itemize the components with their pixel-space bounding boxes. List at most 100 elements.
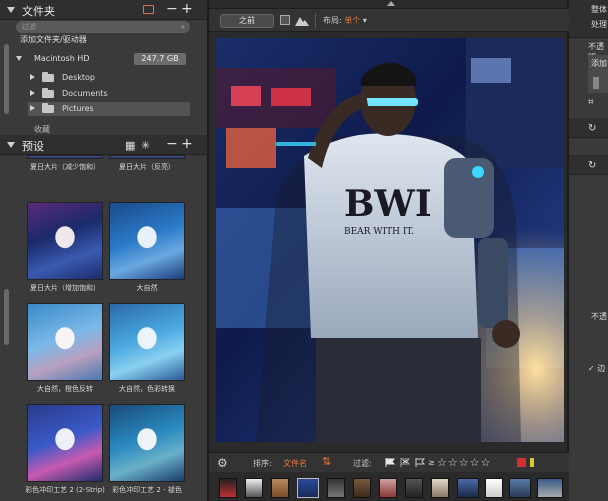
preset-thumb-3[interactable]: 大自然，橙色反转 xyxy=(25,303,105,394)
preset-label: 大自然，橙色反转 xyxy=(37,385,93,393)
refresh-icon[interactable]: ↻ xyxy=(588,160,596,171)
photo-image: BWI BEAR WITH IT. xyxy=(216,38,564,442)
grid-view-icon[interactable]: ▦ xyxy=(125,139,135,153)
film-thumb[interactable] xyxy=(485,478,503,498)
left-panel: 文件夹 − + 过滤 ⌕ 添加文件夹/驱动器 Macintosh HD 247.… xyxy=(0,0,207,501)
preset-thumb-6[interactable]: 彩色冲印工艺 2 - 褪色 xyxy=(107,404,187,495)
film-thumb[interactable] xyxy=(271,478,289,498)
crop-icon[interactable]: ⌗ xyxy=(588,97,594,108)
preset-image xyxy=(109,155,185,159)
preset-thumb-2[interactable]: 大自然 xyxy=(107,202,187,293)
right-add-box[interactable]: 添加 xyxy=(588,55,608,93)
film-thumb[interactable] xyxy=(219,478,237,498)
compare-toggle[interactable] xyxy=(280,15,290,25)
folders-panel-header[interactable]: 文件夹 − + xyxy=(0,0,207,20)
preset-thumb-4[interactable]: 大自然，色彩转换 xyxy=(107,303,187,394)
film-thumb[interactable] xyxy=(245,478,263,498)
film-thumb[interactable] xyxy=(537,478,563,498)
viewer-area: 之前 布局: 单个 ▾ BWI BEAR WITH IT. ⚙ 排序: 文件名 … xyxy=(207,0,571,501)
drive-name: Macintosh HD xyxy=(34,54,90,63)
gear-icon[interactable]: ⚙ xyxy=(217,456,228,470)
sort-direction-icon[interactable]: ⇅ xyxy=(322,455,331,468)
layout-value: 单个 xyxy=(344,16,361,25)
layout-label: 布局: xyxy=(323,16,342,25)
folder-label: Documents xyxy=(62,89,108,98)
folder-icon xyxy=(42,72,54,82)
mountain-icon[interactable] xyxy=(295,14,309,26)
preset-thumb-5[interactable]: 彩色冲印工艺 2 (2-Strip) xyxy=(25,404,105,495)
film-thumb[interactable] xyxy=(327,478,345,498)
right-checkbox[interactable]: ✓ 边 xyxy=(588,363,605,374)
preset-thumb-1[interactable]: 夏日大片（增加饱和） xyxy=(25,202,105,293)
expand-triangle-icon[interactable] xyxy=(16,56,22,61)
film-thumb[interactable] xyxy=(457,478,479,498)
preset-image xyxy=(27,155,103,159)
divider xyxy=(315,13,316,29)
folder-item-pictures[interactable]: Pictures xyxy=(28,102,190,116)
presets-grid: 夏日大片（减少饱和） 夏日大片（反亮） 夏日大片（增加饱和） 大自然 大自然，橙… xyxy=(0,155,207,501)
expand-arrow-icon[interactable] xyxy=(30,90,35,96)
preset-label: 大自然，色彩转换 xyxy=(119,385,175,393)
sort-label: 排序: xyxy=(253,459,272,468)
svg-text:BWI: BWI xyxy=(344,183,432,225)
expand-arrow-icon[interactable] xyxy=(30,74,35,80)
film-thumb[interactable] xyxy=(431,478,449,498)
drive-row[interactable]: Macintosh HD 247.7 GB xyxy=(12,51,190,68)
plus-icon[interactable]: + xyxy=(181,2,193,16)
main-photo[interactable]: BWI BEAR WITH IT. xyxy=(216,38,564,442)
folder-label: Pictures xyxy=(62,104,94,113)
red-color-label[interactable] xyxy=(517,458,526,467)
right-section-header[interactable]: ↻ xyxy=(569,118,608,138)
filmstrip xyxy=(209,473,571,501)
folders-scrollbar[interactable] xyxy=(4,44,9,114)
folder-item-documents[interactable]: Documents xyxy=(28,87,190,101)
plus-icon[interactable]: + xyxy=(181,137,193,151)
preset-image xyxy=(27,404,103,482)
right-label-overall: 整体 xyxy=(591,5,607,14)
reject-flag-icon[interactable] xyxy=(400,458,410,467)
film-thumb[interactable] xyxy=(405,478,423,498)
film-thumb[interactable] xyxy=(509,478,531,498)
presets-panel-header[interactable]: 预设 ▦ ✳ − + xyxy=(0,135,207,155)
flag-icon[interactable] xyxy=(385,458,395,467)
add-folder-drive-link[interactable]: 添加文件夹/驱动器 xyxy=(20,34,87,45)
right-label-process: 处理 xyxy=(591,20,607,29)
folder-search-input[interactable]: 过滤 ⌕ xyxy=(16,21,190,33)
preset-thumb-top-2[interactable]: 夏日大片（反亮） xyxy=(107,155,187,172)
preset-thumb-top-1[interactable]: 夏日大片（减少饱和） xyxy=(25,155,105,172)
collection-label[interactable]: 收藏 xyxy=(34,124,50,135)
collapse-all-icon[interactable]: ✳ xyxy=(141,139,150,153)
yellow-color-label[interactable] xyxy=(530,458,534,467)
expand-arrow-icon[interactable] xyxy=(30,105,35,111)
folder-options-icon[interactable] xyxy=(143,5,154,14)
minus-icon[interactable]: − xyxy=(166,2,178,16)
sort-dropdown[interactable]: 文件名 xyxy=(283,458,307,469)
unflagged-icon[interactable] xyxy=(415,458,425,467)
folder-icon xyxy=(42,88,54,98)
right-section-header-2[interactable]: ↻ xyxy=(569,155,608,175)
svg-text:BEAR WITH IT.: BEAR WITH IT. xyxy=(344,227,414,237)
filter-label: 过滤: xyxy=(353,459,372,468)
minus-icon[interactable]: − xyxy=(166,137,178,151)
viewer-toolbar: 之前 布局: 单个 ▾ xyxy=(209,8,571,32)
preset-label: 彩色冲印工艺 2 (2-Strip) xyxy=(25,486,105,494)
collapse-triangle-icon[interactable] xyxy=(7,7,15,13)
layout-selector[interactable]: 布局: 单个 ▾ xyxy=(323,15,367,26)
refresh-icon[interactable]: ↻ xyxy=(588,123,596,134)
star-rating-filter[interactable]: ☆☆☆☆☆ xyxy=(437,456,491,469)
before-button[interactable]: 之前 xyxy=(220,14,274,28)
collapse-top-arrow-icon[interactable] xyxy=(387,1,395,6)
preset-image xyxy=(27,303,103,381)
preset-label: 夏日大片（增加饱和） xyxy=(30,284,100,292)
folder-item-desktop[interactable]: Desktop xyxy=(28,71,190,85)
film-thumb[interactable] xyxy=(379,478,397,498)
collapse-triangle-icon[interactable] xyxy=(7,142,15,148)
right-slider[interactable] xyxy=(593,77,599,89)
rating-operator[interactable]: ≥ xyxy=(428,458,435,467)
film-thumb-selected[interactable] xyxy=(297,478,319,498)
film-thumb[interactable] xyxy=(353,478,371,498)
search-icon: ⌕ xyxy=(181,23,185,31)
presets-scrollbar[interactable] xyxy=(4,289,9,345)
search-placeholder: 过滤 xyxy=(22,23,36,31)
right-panel: 整体 处理 不透明 添加 ⌗ ↻ ↻ 不透 ✓ 边 xyxy=(569,0,608,501)
